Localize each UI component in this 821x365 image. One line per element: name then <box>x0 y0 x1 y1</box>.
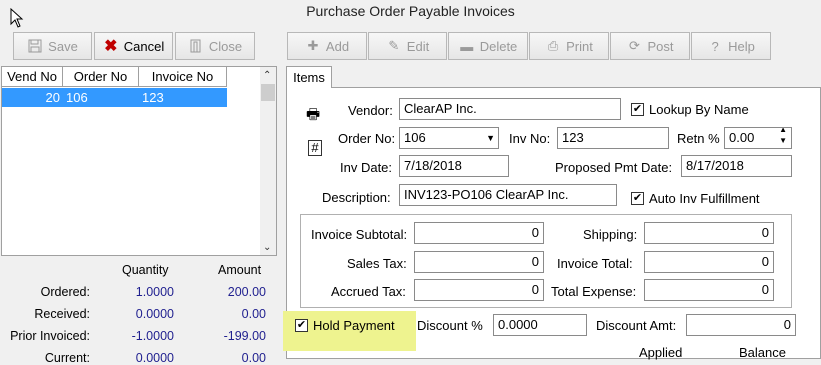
summary-ordered-quantity: 1.0000 <box>135 285 174 299</box>
shipping-label: Shipping: <box>583 227 638 242</box>
chevron-down-icon[interactable]: ▼ <box>486 128 495 148</box>
add-icon: ✚ <box>307 38 319 53</box>
total-expense-label: Total Expense: <box>551 284 637 299</box>
summary-label-prior-invoiced: Prior Invoiced: <box>10 329 90 343</box>
summary-label-ordered: Ordered: <box>40 285 90 299</box>
invoice-grid[interactable]: Vend No Order No Invoice No 20 106 123 ⌃… <box>1 66 277 256</box>
inv-date-field[interactable]: 7/18/2018 <box>399 155 509 177</box>
summary-received-amount: 0.00 <box>241 307 266 321</box>
inv-no-field[interactable]: 123 <box>557 127 669 149</box>
save-button[interactable]: Save <box>13 32 92 60</box>
summary-label-current: Current: <box>44 351 90 365</box>
summary-current-amount: 0.00 <box>241 351 266 365</box>
order-no-label: Order No: <box>338 131 396 146</box>
grid-header-vend-no[interactable]: Vend No <box>2 67 63 87</box>
cancel-icon: ✖ <box>104 38 118 55</box>
invoice-subtotal-label: Invoice Subtotal: <box>311 227 408 242</box>
sales-tax-field[interactable]: 0 <box>414 251 544 273</box>
discount-pct-label: Discount % <box>417 318 483 333</box>
auto-inv-checkbox[interactable]: ✔ <box>631 192 644 205</box>
mouse-cursor-icon <box>10 8 24 28</box>
delete-label: Delete <box>479 38 518 54</box>
post-button[interactable]: ⟳ Post <box>610 32 690 60</box>
add-label: Add <box>325 38 350 54</box>
window-title: Purchase Order Payable Invoices <box>306 3 515 19</box>
balance-header: Balance <box>739 345 786 360</box>
order-lookup-icon[interactable]: # <box>308 140 322 156</box>
order-no-select[interactable]: 106 ▼ <box>399 127 499 149</box>
description-field[interactable]: INV123-PO106 ClearAP Inc. <box>399 184 617 206</box>
edit-label: Edit <box>406 38 430 54</box>
summary-current-quantity: 0.0000 <box>135 351 174 365</box>
invoice-total-label: Invoice Total: <box>557 256 633 271</box>
sales-tax-label: Sales Tax: <box>347 256 407 271</box>
vendor-lookup-icon[interactable]: 🖶 <box>306 104 320 129</box>
print-button[interactable]: ⎙ Print <box>529 32 609 60</box>
retn-field[interactable]: 0.00 ▲ ▼ <box>724 127 792 149</box>
summary-received-quantity: 0.0000 <box>135 307 174 321</box>
discount-pct-field[interactable]: 0.0000 <box>493 314 587 336</box>
summary-prior-invoiced-quantity: -1.0000 <box>131 329 174 343</box>
edit-icon: ✎ <box>388 38 400 53</box>
post-icon: ⟳ <box>629 38 640 53</box>
retn-label: Retn % <box>677 131 720 146</box>
help-label: Help <box>728 38 755 54</box>
invoice-subtotal-field[interactable]: 0 <box>414 222 544 244</box>
delete-button[interactable]: ▬ Delete <box>448 32 528 60</box>
discount-amt-label: Discount Amt: <box>596 318 677 333</box>
auto-inv-label: Auto Inv Fulfillment <box>649 191 760 206</box>
grid-header-invoice-no[interactable]: Invoice No <box>139 67 227 87</box>
lookup-by-name-label: Lookup By Name <box>649 102 749 117</box>
close-icon <box>188 38 204 54</box>
applied-header: Applied <box>639 345 683 360</box>
summary-header-amount: Amount <box>218 263 262 277</box>
save-icon <box>27 38 43 54</box>
summary-ordered-amount: 200.00 <box>227 285 266 299</box>
order-no-value: 106 <box>404 130 426 145</box>
accrued-tax-field[interactable]: 0 <box>414 279 544 301</box>
save-label: Save <box>48 38 78 54</box>
vendor-field[interactable]: ClearAP Inc. <box>399 98 621 120</box>
tab-items[interactable]: Items <box>286 66 332 88</box>
scroll-down-icon[interactable]: ⌄ <box>263 242 271 253</box>
shipping-field[interactable]: 0 <box>644 222 774 244</box>
inv-date-label: Inv Date: <box>340 160 393 175</box>
cancel-label: Cancel <box>123 38 165 54</box>
scroll-thumb[interactable] <box>261 84 275 101</box>
total-expense-field[interactable]: 0 <box>644 279 774 301</box>
invoice-total-field[interactable]: 0 <box>644 251 774 273</box>
inv-no-label: Inv No: <box>509 131 551 146</box>
summary-label-received: Received: <box>34 307 90 321</box>
grid-cell-order-no[interactable]: 106 <box>63 88 139 107</box>
add-button[interactable]: ✚ Add <box>287 32 367 60</box>
summary-header-quantity: Quantity <box>122 263 169 277</box>
help-button[interactable]: ? Help <box>691 32 771 60</box>
close-label: Close <box>208 38 243 54</box>
grid-scrollbar[interactable]: ⌃ ⌄ <box>260 67 276 255</box>
summary-prior-invoiced-amount: -199.00 <box>223 329 266 343</box>
vendor-label: Vendor: <box>348 103 393 118</box>
hold-payment-label: Hold Payment <box>313 318 395 333</box>
grid-cell-invoice-no[interactable]: 123 <box>139 88 227 107</box>
spinner-icon[interactable]: ▲ ▼ <box>779 128 787 146</box>
lookup-by-name-checkbox[interactable]: ✔ <box>631 103 644 116</box>
print-icon: ⎙ <box>547 38 559 53</box>
print-label: Print <box>566 38 593 54</box>
delete-icon: ▬ <box>460 38 474 54</box>
discount-amt-field[interactable]: 0 <box>686 314 796 336</box>
close-button[interactable]: Close <box>175 32 255 60</box>
description-label: Description: <box>322 190 391 205</box>
retn-value: 0.00 <box>729 130 755 145</box>
pmt-date-label: Proposed Pmt Date: <box>555 160 673 175</box>
cancel-button[interactable]: ✖ Cancel <box>94 32 173 60</box>
pmt-date-field[interactable]: 8/17/2018 <box>681 155 792 177</box>
help-icon: ? <box>711 38 719 54</box>
edit-button[interactable]: ✎ Edit <box>368 32 447 60</box>
grid-cell-vend-no[interactable]: 20 <box>2 88 63 107</box>
scroll-up-icon[interactable]: ⌃ <box>263 70 271 81</box>
accrued-tax-label: Accrued Tax: <box>331 284 406 299</box>
hold-payment-checkbox[interactable]: ✔ <box>295 319 308 332</box>
grid-header-order-no[interactable]: Order No <box>63 67 139 87</box>
post-label: Post <box>647 38 674 54</box>
